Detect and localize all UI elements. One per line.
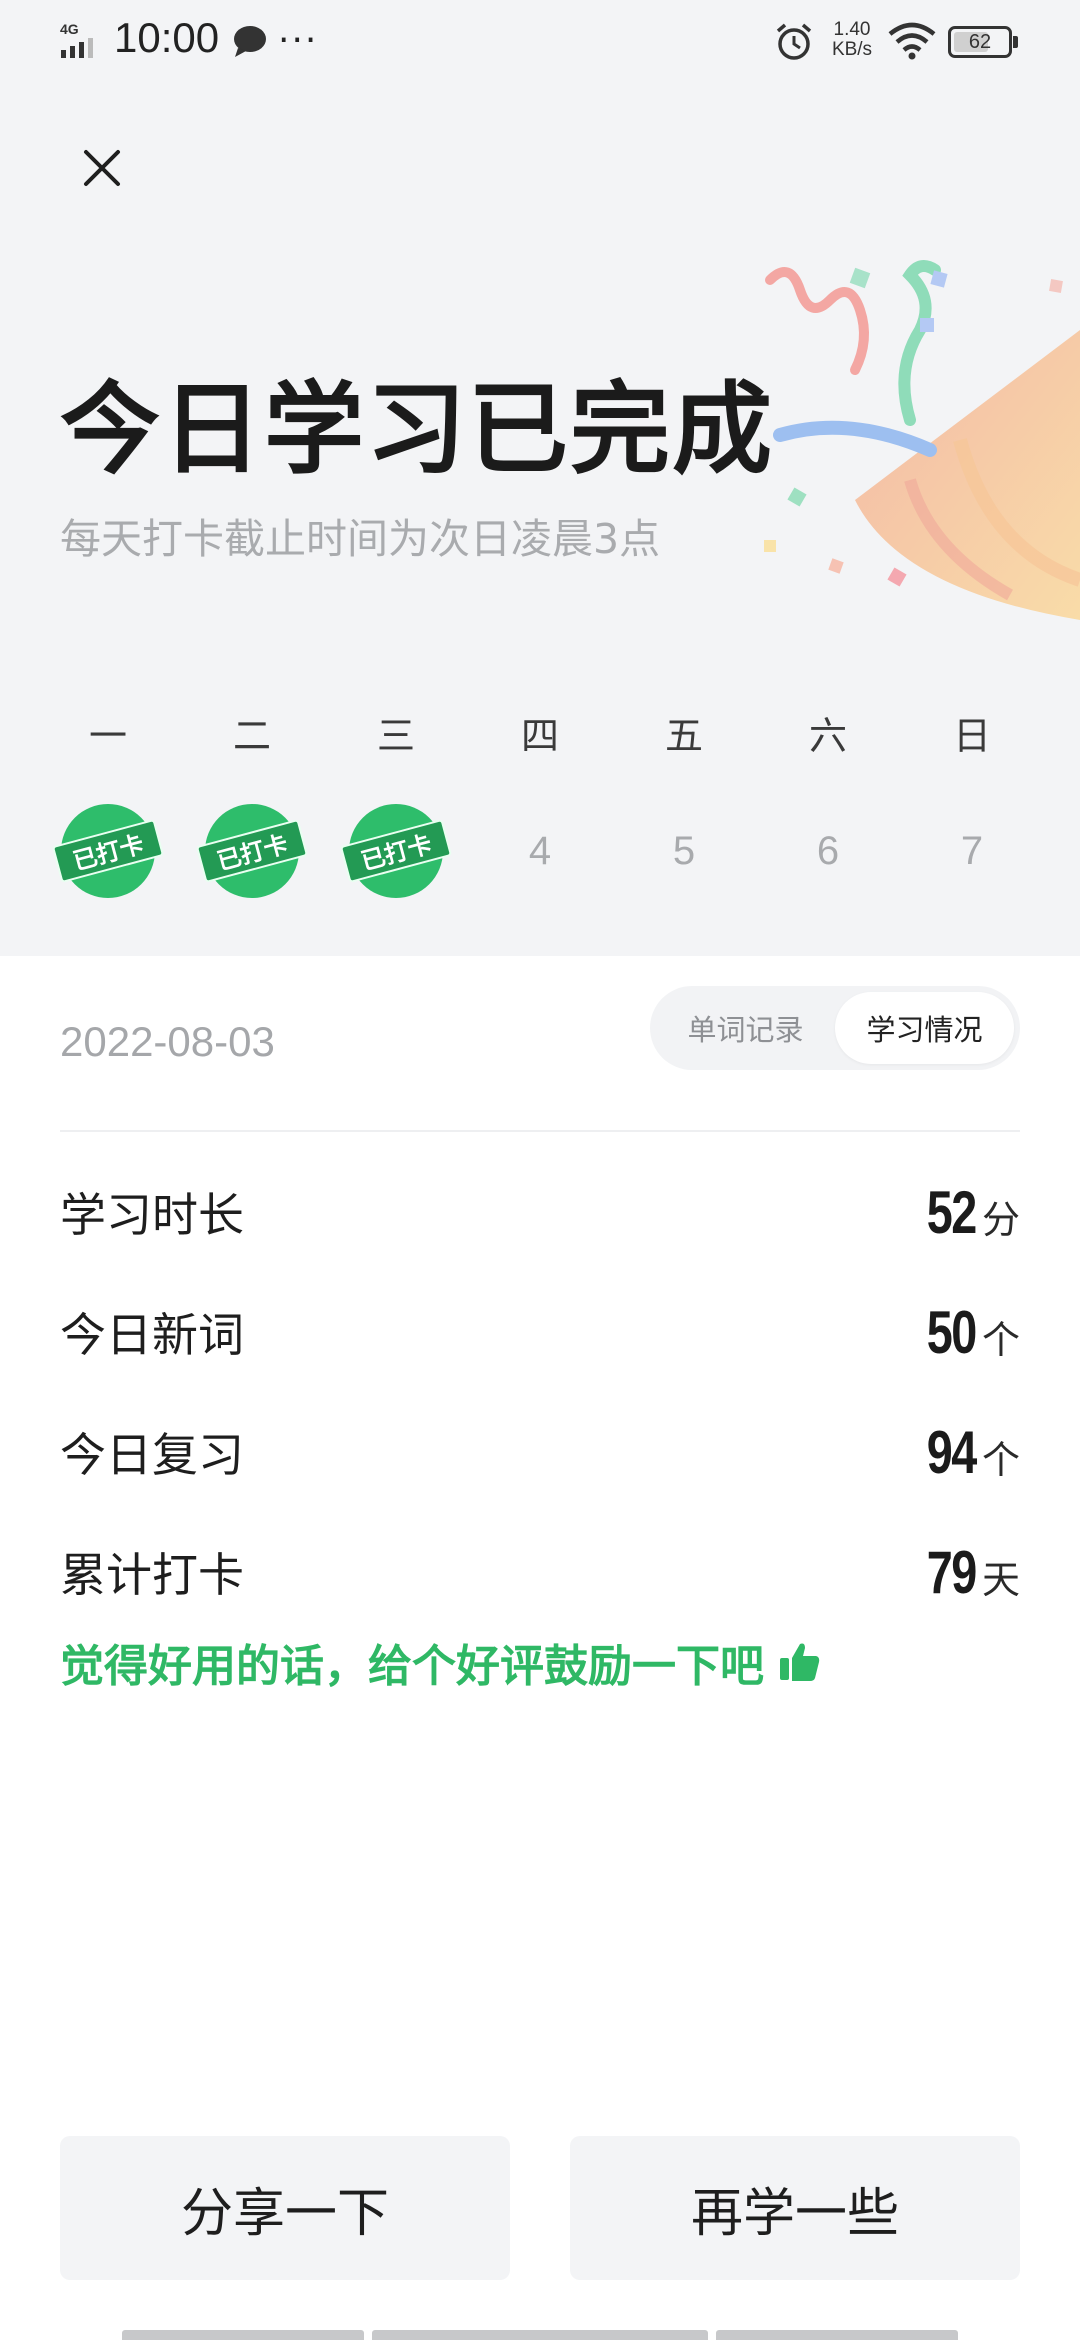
stat-label: 累计打卡 [60, 1548, 244, 1602]
battery-icon: 62 [948, 26, 1018, 58]
day-thu: 四 4 [486, 708, 594, 896]
stat-value: 94 [927, 1418, 977, 1486]
stat-label: 学习时长 [60, 1188, 244, 1242]
stat-value: 52 [927, 1178, 977, 1246]
day-label: 日 [952, 714, 991, 758]
stat-label: 今日复习 [60, 1428, 244, 1482]
divider [60, 1130, 1020, 1132]
day-number: 5 [672, 828, 696, 873]
nav-segment [122, 2330, 364, 2340]
party-popper-illustration [764, 260, 1080, 620]
battery-level: 62 [968, 31, 992, 53]
day-sat: 六 6 [774, 708, 882, 896]
day-number: 4 [528, 828, 552, 873]
checked-in-stamp-icon: 已打卡 [51, 804, 165, 898]
close-button[interactable] [70, 136, 134, 200]
message-icon [234, 26, 266, 57]
checked-in-stamp-icon: 已打卡 [195, 804, 309, 898]
stat-label: 今日新词 [60, 1308, 244, 1362]
day-wed: 三 已打卡 [339, 708, 453, 898]
rate-app-link[interactable]: 觉得好用的话，给个好评鼓励一下吧 [60, 1630, 822, 1694]
day-label: 四 [520, 714, 559, 758]
nav-segment [716, 2330, 958, 2340]
nav-segment [372, 2330, 708, 2340]
day-label: 五 [664, 714, 703, 758]
study-stats-list: 学习时长 52 分 今日新词 50 个 今日复习 94 个 累计打卡 79 天 [60, 1152, 1020, 1632]
day-tue: 二 已打卡 [195, 708, 309, 898]
day-fri: 五 5 [630, 708, 738, 896]
stat-new-words: 今日新词 50 个 [60, 1272, 1020, 1392]
stat-unit: 分 [981, 1197, 1020, 1242]
alarm-icon [776, 23, 812, 60]
stat-value: 50 [927, 1298, 977, 1366]
checked-in-stamp-icon: 已打卡 [339, 804, 453, 898]
status-time: 10:00 [114, 14, 220, 61]
navigation-bar [0, 2330, 1080, 2340]
wifi-icon [888, 22, 936, 60]
day-label: 二 [232, 714, 271, 758]
stat-study-duration: 学习时长 52 分 [60, 1152, 1020, 1272]
stat-value: 79 [927, 1538, 977, 1606]
tab-word-record[interactable]: 单词记录 [656, 992, 835, 1064]
share-button[interactable]: 分享一下 [60, 2136, 510, 2280]
more-notifications-icon: ··· [278, 20, 319, 61]
close-icon [84, 150, 120, 186]
view-tabs: 单词记录 学习情况 [650, 986, 1020, 1070]
network-speed: 1.40 KB/s [831, 19, 873, 60]
thumbs-up-icon [780, 1643, 820, 1681]
tab-study-status[interactable]: 学习情况 [835, 992, 1014, 1064]
current-date: 2022-08-03 [60, 1018, 275, 1065]
day-label: 三 [376, 714, 415, 758]
rate-app-text: 觉得好用的话，给个好评鼓励一下吧 [60, 1641, 764, 1692]
day-label: 六 [808, 714, 847, 758]
svg-text:4G: 4G [60, 21, 79, 37]
stat-total-checkins: 累计打卡 79 天 [60, 1512, 1020, 1632]
stat-review: 今日复习 94 个 [60, 1392, 1020, 1512]
status-bar: 4G 10:00 ··· 1.40 KB/s 62 [0, 0, 1080, 84]
day-number: 7 [960, 828, 984, 873]
stat-unit: 天 [981, 1557, 1020, 1602]
day-mon: 一 已打卡 [51, 708, 165, 898]
learn-more-button[interactable]: 再学一些 [570, 2136, 1020, 2280]
signal-icon: 4G [60, 21, 93, 58]
page-title: 今日学习已完成 [60, 371, 774, 488]
day-label: 一 [88, 714, 127, 758]
day-number: 6 [816, 828, 840, 873]
stat-unit: 个 [981, 1317, 1020, 1362]
day-sun: 日 7 [918, 708, 1026, 896]
stat-unit: 个 [981, 1437, 1020, 1482]
page-subtitle: 每天打卡截止时间为次日凌晨3点 [60, 515, 661, 563]
week-checkin-row: 一 已打卡 二 已打卡 三 已打卡 四 4 五 5 六 6 日 7 [51, 708, 1026, 898]
